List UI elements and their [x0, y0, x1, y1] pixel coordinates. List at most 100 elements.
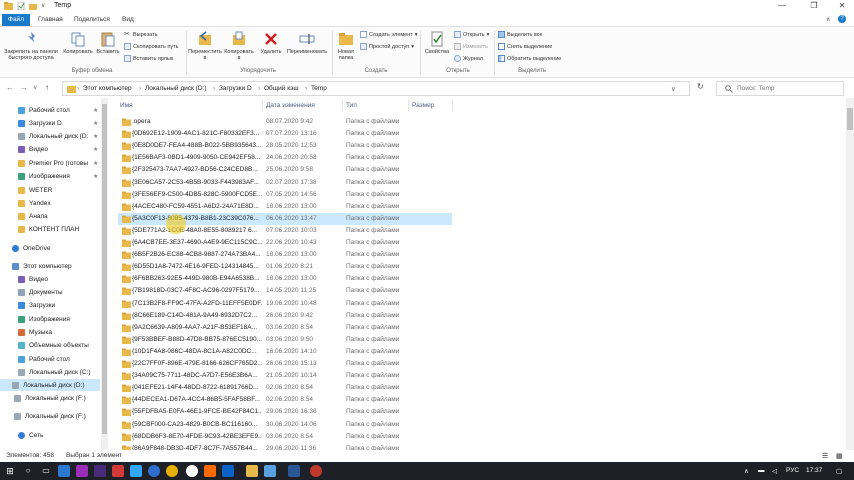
rename-button[interactable]: Переименовать [284, 31, 330, 55]
start-windows-icon[interactable]: ⊞ [4, 465, 16, 477]
file-row[interactable]: {22C7FF0F-896E-479E-8166-626CF765D2... 26… [118, 358, 452, 370]
nav-item[interactable]: Этот компьютер [12, 260, 72, 272]
copy-path-button[interactable]: Скопировать путь [124, 43, 179, 50]
tray-chevron-icon[interactable]: ∧ [744, 467, 749, 475]
column-separator[interactable] [452, 100, 453, 112]
yandex-app-icon[interactable] [148, 465, 160, 477]
breadcrumb-temp[interactable]: Temp [311, 85, 327, 92]
nav-item[interactable]: Изображения [18, 170, 70, 182]
nav-item[interactable]: OneDrive [12, 242, 50, 254]
breadcrumb-this-pc[interactable]: Этот компьютер [83, 85, 132, 92]
address-bar[interactable]: › Этот компьютер › Локальный диск (D:) ›… [62, 81, 690, 96]
nav-item[interactable]: Объемные объекты [18, 339, 89, 351]
column-header-size[interactable]: Размер [412, 102, 434, 109]
invert-selection-button[interactable]: Обратить выделение [498, 55, 561, 62]
explorer-app-icon[interactable] [246, 465, 258, 477]
keyboard-language[interactable]: РУС [786, 467, 799, 474]
opera-app-icon[interactable] [112, 465, 124, 477]
file-row[interactable]: {0E8D0DE7-FEA4-488B-B022-5BB935643... 28.… [118, 140, 452, 152]
paste-button[interactable]: Вставить [94, 31, 122, 55]
paste-shortcut-button[interactable]: Вставить ярлык [124, 55, 173, 62]
word-app-icon[interactable] [288, 465, 300, 477]
easy-access-button[interactable]: Простой доступ ▾ [360, 43, 414, 50]
delete-button[interactable]: Удалить [258, 31, 284, 55]
pin-quick-access-button[interactable]: Закрепить на панели быстрого доступа [2, 31, 60, 61]
nav-item[interactable]: Локальный диск (C:) [18, 366, 91, 378]
edit-button[interactable]: Изменить [454, 43, 488, 50]
nav-item[interactable]: Локальный диск (D:) [0, 379, 100, 391]
premiere-app-icon[interactable] [76, 465, 88, 477]
nav-item[interactable]: Рабочий стол [18, 353, 70, 365]
select-all-button[interactable]: Выделить все [498, 31, 543, 38]
nav-item[interactable]: Музыка [18, 326, 52, 338]
search-box[interactable]: Поиск: Temp [716, 81, 844, 96]
edge-app-icon[interactable] [58, 465, 70, 477]
brave-app-icon[interactable] [204, 465, 216, 477]
file-row[interactable]: {59CBF000-CA23-4829-B0CB-BC116160... 30.0… [118, 419, 452, 431]
column-separator[interactable] [342, 100, 343, 112]
task-view-icon[interactable]: ▭ [40, 465, 52, 477]
file-row[interactable]: {041EFE21-14F4-48DD-8722-61891766D... 02.… [118, 382, 452, 394]
column-header-name[interactable]: Имя [120, 102, 133, 109]
copy-to-button[interactable]: Копировать в [222, 31, 256, 61]
minimize-button[interactable]: — [772, 1, 792, 11]
volume-icon[interactable]: ◁ [772, 467, 777, 475]
file-row[interactable]: {9F53BBEF-B88D-47D8-BB75-876EC5190... 03.… [118, 334, 452, 346]
copy-button[interactable]: Копировать [62, 31, 94, 55]
nav-item[interactable]: Загрузки D [18, 117, 62, 129]
tab-share[interactable]: Поделиться [68, 14, 116, 26]
new-item-button[interactable]: Создать элемент ▾ [360, 31, 418, 38]
nav-item[interactable]: WETER [18, 184, 52, 196]
nav-item[interactable]: Анапа [18, 210, 48, 222]
history-button[interactable]: Журнал [454, 55, 483, 62]
nav-item[interactable]: Локальный диск (F:) [14, 392, 86, 404]
large-icons-view-icon[interactable]: ▦ [836, 452, 843, 460]
nav-item[interactable]: Документы [18, 286, 63, 298]
after-effects-app-icon[interactable] [94, 465, 106, 477]
nav-item[interactable]: Yandex [18, 197, 51, 209]
tab-home[interactable]: Главная [32, 14, 69, 26]
file-row[interactable]: {10D1F4A8-086C-48DA-8C1A-A82C0DC... 16.06… [118, 346, 452, 358]
telegram-app-icon[interactable] [264, 465, 276, 477]
properties-quick-icon[interactable] [17, 2, 26, 10]
list-scrollbar[interactable] [846, 98, 854, 450]
clock[interactable]: 17:37 [806, 467, 822, 474]
search-icon[interactable]: ○ [22, 465, 34, 477]
store-app-icon[interactable] [222, 465, 234, 477]
file-row[interactable]: .opera 08.07.2020 9:42 Папка с файлами [118, 116, 452, 128]
nav-scrollbar-thumb[interactable] [102, 104, 107, 434]
column-header-type[interactable]: Тип [346, 102, 357, 109]
column-header-date[interactable]: Дата изменения [266, 102, 315, 109]
file-row[interactable]: {34A09C75-7711-48DC-A7D7-E56E3B6A... 21.0… [118, 370, 452, 382]
network-icon[interactable]: ▬ [758, 467, 765, 474]
open-button[interactable]: Открыть ▾ [454, 31, 489, 38]
nav-item[interactable]: Изображения [18, 313, 70, 325]
file-row[interactable]: {0D692E12-1909-4AC1-821C-F80332EF3... 07.… [118, 128, 452, 140]
forward-arrow-icon[interactable]: → [20, 83, 28, 92]
select-none-button[interactable]: Снять выделение [498, 43, 552, 50]
column-separator[interactable] [408, 100, 409, 112]
file-row[interactable]: {6A4CB7EE-3E37-4690-A4E9-9EC115C9C... 22.… [118, 237, 452, 249]
tab-file[interactable]: Файл [2, 14, 30, 26]
move-to-button[interactable]: Переместить в [188, 31, 222, 61]
file-row[interactable]: {55FDFBA5-E0FA-46E1-9FCE-BE42F84C1... 29.… [118, 406, 452, 418]
close-button[interactable]: ✕ [832, 1, 852, 11]
chrome-app-icon[interactable] [166, 465, 178, 477]
tab-view[interactable]: Вид [116, 14, 140, 26]
nav-item[interactable]: Локальный диск (F:) [14, 410, 86, 422]
browser-app-icon[interactable] [186, 465, 198, 477]
file-row[interactable]: {7C13B2F8-FF9C-47FA-A2FD-11EFF5E0DF... 19… [118, 298, 452, 310]
file-row[interactable]: {2F325473-7AA7-4927-BD56-C24CED8B... 25.0… [118, 164, 452, 176]
breadcrumb-downloads-d[interactable]: Загрузки D [219, 85, 252, 92]
nav-item[interactable]: Premier Pro (готовы [18, 157, 88, 169]
address-dropdown-icon[interactable]: ∨ [671, 85, 676, 93]
nav-item[interactable]: Видео [18, 273, 48, 285]
breadcrumb-shared-cache[interactable]: Общий кэш [264, 85, 299, 92]
nav-scrollbar[interactable] [101, 98, 108, 450]
new-folder-button[interactable]: Новая папка [334, 31, 358, 61]
quick-access-dropdown-icon[interactable]: ∨ [41, 2, 45, 9]
refresh-icon[interactable]: ↻ [697, 82, 704, 91]
help-icon[interactable]: ? [838, 15, 846, 23]
nav-item[interactable]: Сеть [18, 429, 43, 441]
notifications-icon[interactable]: ▢ [836, 467, 842, 475]
